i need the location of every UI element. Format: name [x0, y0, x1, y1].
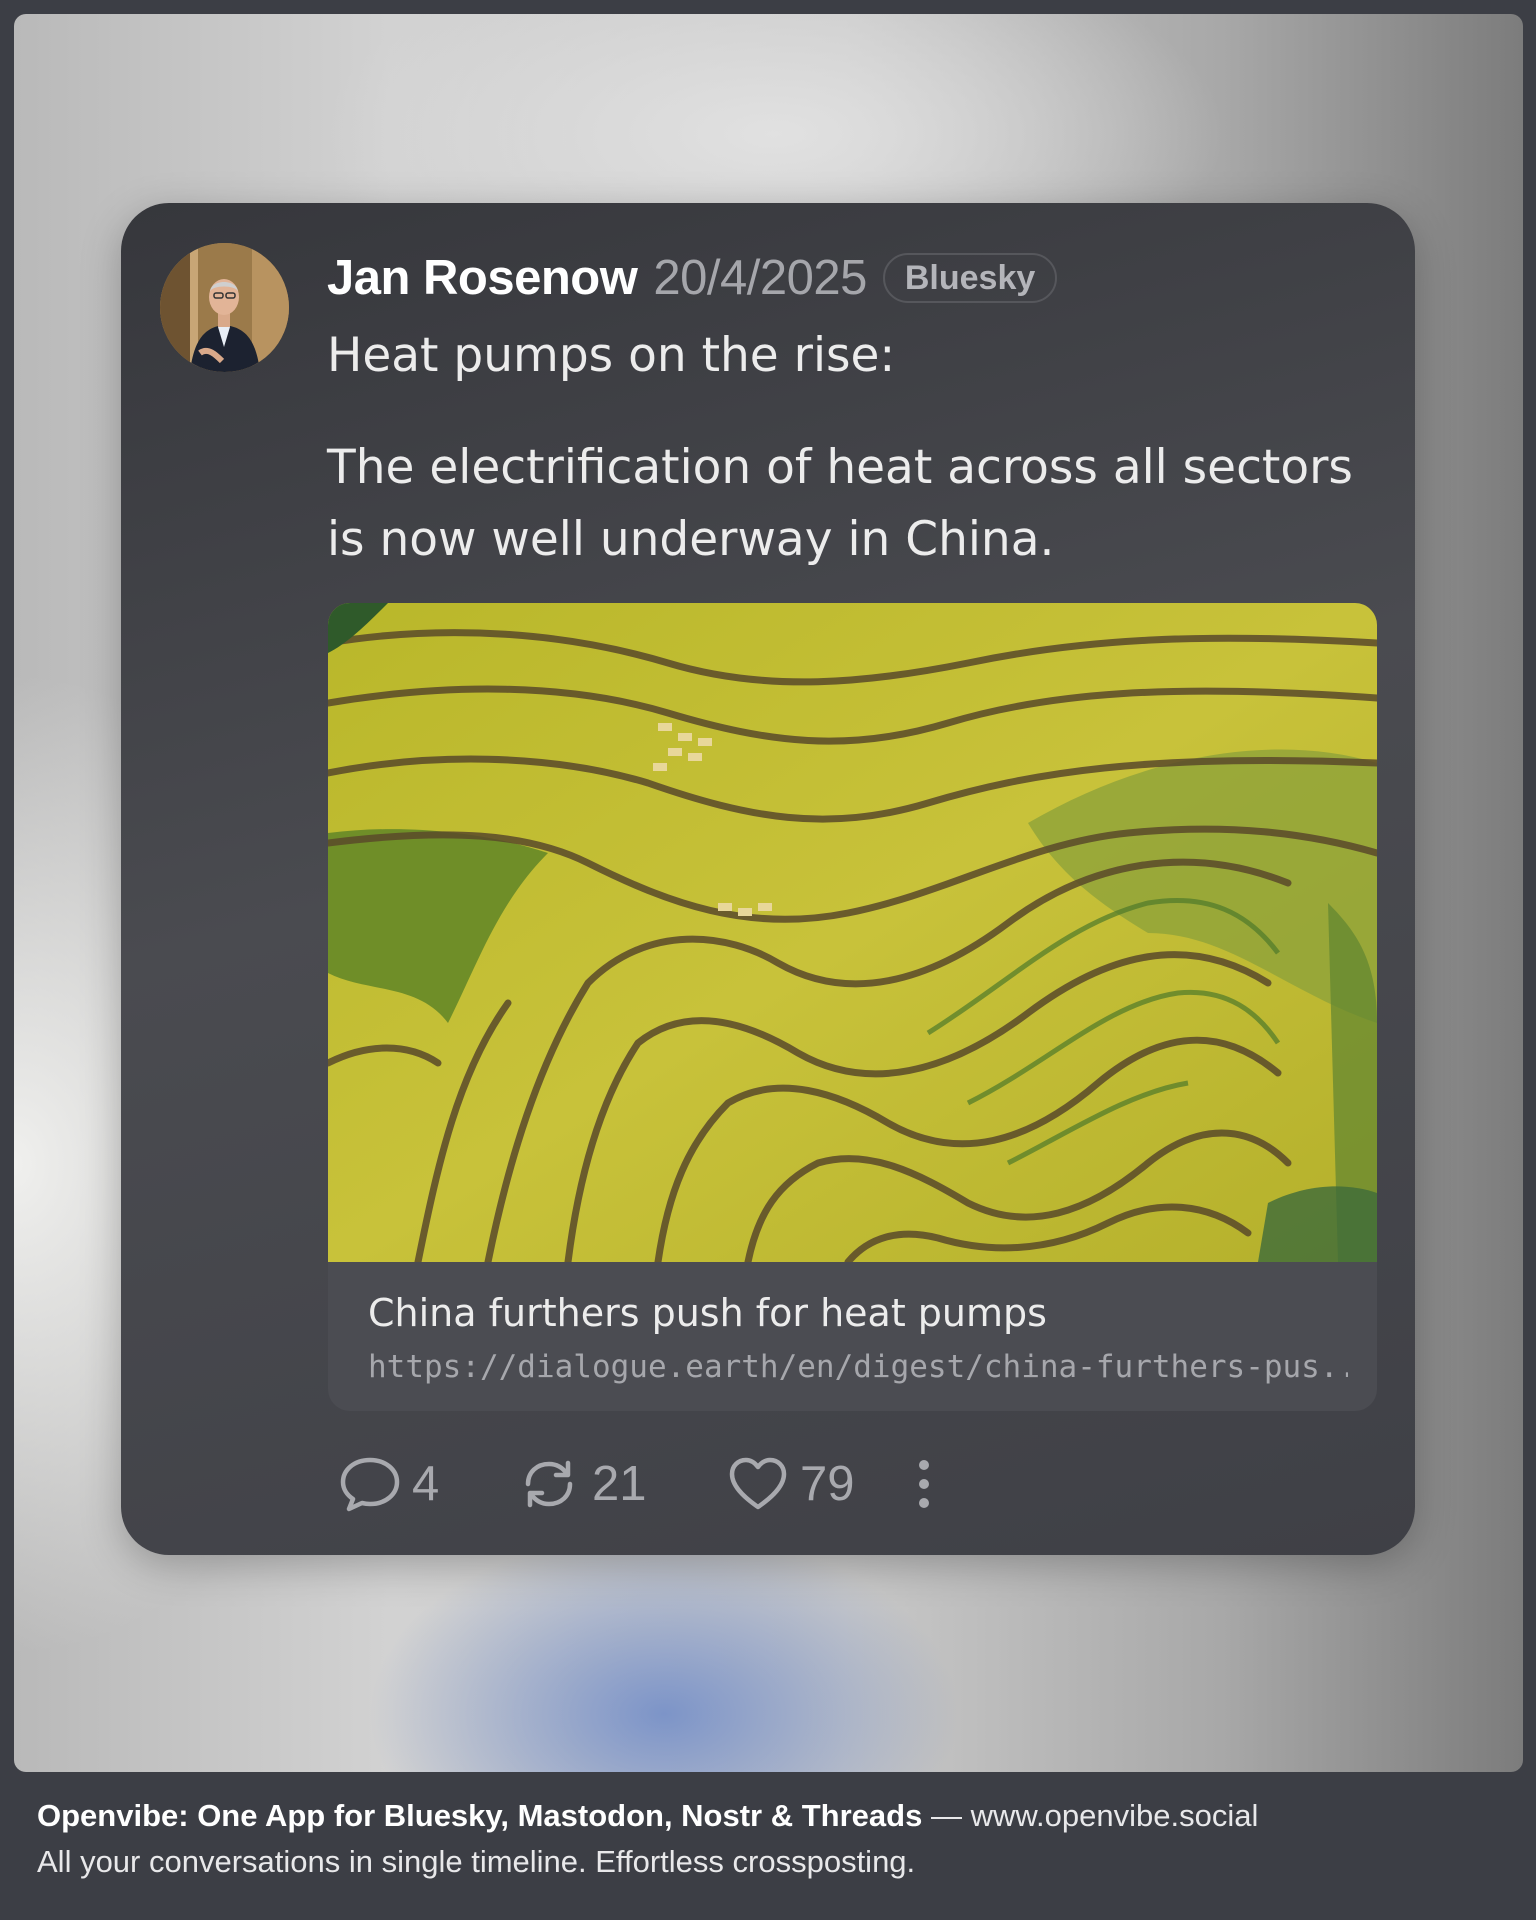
footer-line1: Openvibe: One App for Bluesky, Mastodon,…	[37, 1793, 1258, 1839]
repost-count: 21	[592, 1457, 647, 1511]
post-text-body: The electrification of heat across all s…	[327, 440, 1353, 567]
footer-tagline: All your conversations in single timelin…	[37, 1844, 916, 1879]
reply-count: 4	[412, 1457, 440, 1511]
post-text-line1: Heat pumps on the rise:	[327, 328, 896, 383]
link-preview-image	[328, 603, 1377, 1262]
author-name[interactable]: Jan Rosenow	[327, 250, 638, 306]
post-header: Jan Rosenow 20/4/2025 Bluesky	[327, 248, 1058, 308]
reply-button[interactable]: 4	[338, 1454, 516, 1514]
more-options-button[interactable]	[914, 1454, 934, 1514]
link-preview-card[interactable]: China furthers push for heat pumps https…	[328, 603, 1377, 1411]
footer-title: Openvibe: One App for Bluesky, Mastodon,…	[37, 1798, 923, 1833]
vertical-ellipsis-icon	[914, 1454, 934, 1514]
footer-separator: —	[922, 1798, 971, 1833]
heart-icon	[726, 1454, 790, 1514]
post-date[interactable]: 20/4/2025	[653, 250, 867, 306]
footer: Openvibe: One App for Bluesky, Mastodon,…	[37, 1793, 1258, 1885]
avatar[interactable]	[160, 243, 289, 372]
network-badge: Bluesky	[882, 253, 1058, 303]
repost-arrows-icon	[516, 1454, 582, 1514]
like-button[interactable]: 79	[726, 1454, 914, 1514]
repost-button[interactable]: 21	[516, 1454, 726, 1514]
like-count: 79	[800, 1457, 855, 1511]
link-url[interactable]: https://dialogue.earth/en/digest/china-f…	[368, 1349, 1348, 1385]
post-actions: 4 21 79	[338, 1452, 934, 1516]
footer-site-link[interactable]: www.openvibe.social	[971, 1798, 1259, 1833]
speech-bubble-icon	[338, 1454, 402, 1514]
link-title[interactable]: China furthers push for heat pumps	[368, 1291, 1047, 1335]
